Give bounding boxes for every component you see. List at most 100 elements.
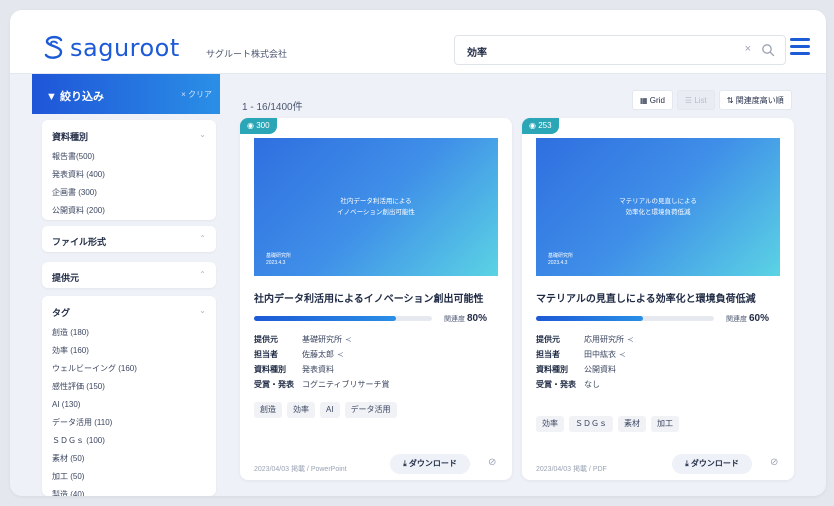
share-icon[interactable]: ≺ xyxy=(345,332,352,347)
share-icon[interactable]: ≺ xyxy=(627,332,634,347)
meta-row: 資料種別 発表資料 xyxy=(254,365,334,374)
tag-list: 創造 (180) 効率 (160) ウェルビーイング (160) 感性評価 (1… xyxy=(52,324,137,496)
view-count-badge: ◉ 300 xyxy=(240,118,277,134)
panel-title: 資料種別 xyxy=(52,132,89,142)
tag-option[interactable]: 感性評価 (150) xyxy=(52,378,137,396)
relevance-bar-fill xyxy=(254,316,397,321)
tag-chip[interactable]: データ活用 xyxy=(344,402,397,418)
tags-panel: タグ ⌄ 創造 (180) 効率 (160) ウェルビーイング (160) 感性… xyxy=(42,296,216,496)
filter-option[interactable]: 報告書(500) xyxy=(52,148,105,166)
filter-title: ▼ 絞り込み xyxy=(46,91,104,103)
tag-option[interactable]: AI (130) xyxy=(52,396,137,414)
meta-row: 提供元 応用研究所 ≺ xyxy=(536,332,634,347)
link-icon[interactable]: ⊘ xyxy=(488,457,496,468)
meta-row: 担当者 田中紘衣 ≺ xyxy=(536,347,634,362)
eye-icon: ◉ xyxy=(529,121,539,130)
chevron-down-icon[interactable]: ⌄ xyxy=(199,130,206,139)
relevance-bar-fill xyxy=(536,316,643,321)
share-icon[interactable]: ≺ xyxy=(337,347,344,362)
card-meta: 提供元 応用研究所 ≺ 担当者 田中紘衣 ≺ 資料種別 公開資料 受賞・発表 なし xyxy=(536,332,634,392)
tag-option[interactable]: 素材 (50) xyxy=(52,450,137,468)
app-frame: saguroot サグルート株式会社 効率 × ▼ 絞り込み × クリア 資料種… xyxy=(10,10,826,496)
card-tags: 効率 ＳＤＧｓ 素材 加工 xyxy=(536,416,684,432)
sort-icon: ⇅ xyxy=(726,96,736,105)
search-input[interactable]: 効率 xyxy=(467,44,487,59)
panel-title: 提供元 xyxy=(52,273,80,283)
document-thumbnail[interactable]: 社内データ利活用による イノベーション創出可能性 基礎研究所 2023.4.3 xyxy=(254,138,498,276)
filter-icon: ▼ xyxy=(46,91,60,103)
doc-type-panel: 資料種別 ⌄ 報告書(500) 発表資料 (400) 企画書 (300) 公開資… xyxy=(42,120,216,220)
file-format-panel[interactable]: ファイル形式 ⌃ xyxy=(42,226,216,252)
filter-sidebar: ▼ 絞り込み × クリア 資料種別 ⌄ 報告書(500) 発表資料 (400) … xyxy=(32,74,220,496)
search-icon[interactable] xyxy=(761,43,775,57)
chevron-up-icon[interactable]: ⌃ xyxy=(199,270,206,279)
card-footer: 2023/04/03 掲載 / PDF xyxy=(536,466,607,473)
meta-row: 受賞・発表 コグニティブリサーチ賞 xyxy=(254,380,390,389)
document-thumbnail[interactable]: マテリアルの見直しによる 効率化と環境負荷低減 基礎研究所 2023.4.3 xyxy=(536,138,780,276)
doc-type-list: 報告書(500) 発表資料 (400) 企画書 (300) 公開資料 (200) xyxy=(52,148,105,220)
clear-search-icon[interactable]: × xyxy=(745,43,751,55)
share-icon[interactable]: ≺ xyxy=(619,347,626,362)
tag-chip[interactable]: 効率 xyxy=(536,416,564,432)
filter-option[interactable]: 企画書 (300) xyxy=(52,184,105,202)
chevron-down-icon[interactable]: ⌄ xyxy=(199,306,206,315)
meta-row: 受賞・発表 なし xyxy=(536,380,600,389)
hamburger-menu-icon[interactable] xyxy=(790,38,810,56)
tag-option[interactable]: 加工 (50) xyxy=(52,468,137,486)
filter-option[interactable]: 公開資料 (200) xyxy=(52,202,105,220)
card-title[interactable]: マテリアルの見直しによる効率化と環境負荷低減 xyxy=(536,290,756,305)
thumbnail-org: 基礎研究所 2023.4.3 xyxy=(548,253,574,266)
tag-option[interactable]: ウェルビーイング (160) xyxy=(52,360,137,378)
sort-button[interactable]: ⇅ 関連度高い順 xyxy=(718,90,792,110)
relevance-bar xyxy=(536,316,714,321)
brand-name: saguroot xyxy=(70,34,180,62)
list-icon: ☰ xyxy=(684,96,695,105)
provider-panel[interactable]: 提供元 ⌃ xyxy=(42,262,216,288)
thumbnail-title: 社内データ利活用による イノベーション創出可能性 xyxy=(337,198,415,216)
card-meta: 提供元 基礎研究所 ≺ 担当者 佐藤太郎 ≺ 資料種別 発表資料 受賞・発表 コグニティブリ… xyxy=(254,332,390,392)
download-button[interactable]: ⤓ ダウンロード xyxy=(390,454,470,474)
meta-row: 担当者 佐藤太郎 ≺ xyxy=(254,347,390,362)
view-controls: ▦ Grid ☰ List ⇅ 関連度高い順 xyxy=(632,90,796,110)
tag-chip[interactable]: 素材 xyxy=(618,416,646,432)
card-title[interactable]: 社内データ利活用によるイノベーション創出可能性 xyxy=(254,290,484,305)
tag-chip[interactable]: 創造 xyxy=(254,402,282,418)
tag-option[interactable]: ＳＤＧｓ (100) xyxy=(52,432,137,450)
thumbnail-title: マテリアルの見直しによる 効率化と環境負荷低減 xyxy=(619,198,697,216)
grid-view-button[interactable]: ▦ Grid xyxy=(632,90,673,110)
filter-option[interactable]: 発表資料 (400) xyxy=(52,166,105,184)
link-icon[interactable]: ⊘ xyxy=(770,457,778,468)
tag-chip[interactable]: AI xyxy=(320,402,340,418)
card-footer: 2023/04/03 掲載 / PowerPoint xyxy=(254,466,347,473)
tag-option[interactable]: 効率 (160) xyxy=(52,342,137,360)
meta-row: 提供元 基礎研究所 ≺ xyxy=(254,332,390,347)
search-box[interactable]: 効率 × xyxy=(454,35,786,65)
tag-option[interactable]: 創造 (180) xyxy=(52,324,137,342)
result-card[interactable]: ◉ 300 社内データ利活用による イノベーション創出可能性 基礎研究所 202… xyxy=(240,118,512,480)
logo-mark-icon xyxy=(44,35,63,59)
result-count: 1 - 16/1400件 xyxy=(242,102,303,113)
thumbnail-org: 基礎研究所 2023.4.3 xyxy=(266,253,292,266)
tag-chip[interactable]: ＳＤＧｓ xyxy=(569,416,613,432)
download-button[interactable]: ⤓ ダウンロード xyxy=(672,454,752,474)
relevance-bar xyxy=(254,316,432,321)
list-view-button[interactable]: ☰ List xyxy=(676,90,715,110)
tag-chip[interactable]: 効率 xyxy=(287,402,315,418)
tag-chip[interactable]: 加工 xyxy=(651,416,679,432)
panel-title: ファイル形式 xyxy=(52,237,107,247)
chevron-up-icon[interactable]: ⌃ xyxy=(199,234,206,243)
header: saguroot サグルート株式会社 効率 × xyxy=(10,10,826,74)
tag-option[interactable]: 製造 (40) xyxy=(52,486,137,496)
result-card[interactable]: ◉ 253 マテリアルの見直しによる 効率化と環境負荷低減 基礎研究所 2023… xyxy=(522,118,794,480)
tag-option[interactable]: データ活用 (110) xyxy=(52,414,137,432)
eye-icon: ◉ xyxy=(247,121,257,130)
logo[interactable]: saguroot xyxy=(42,34,180,62)
card-tags: 創造 効率 AI データ活用 xyxy=(254,402,402,418)
relevance-score: 関連度 60% xyxy=(726,313,769,324)
grid-icon: ▦ xyxy=(640,96,650,105)
meta-row: 資料種別 公開資料 xyxy=(536,365,616,374)
filter-clear-button[interactable]: × クリア xyxy=(181,89,212,100)
panel-title: タグ xyxy=(52,308,71,318)
filter-header: ▼ 絞り込み × クリア xyxy=(32,74,220,114)
view-count-badge: ◉ 253 xyxy=(522,118,559,134)
